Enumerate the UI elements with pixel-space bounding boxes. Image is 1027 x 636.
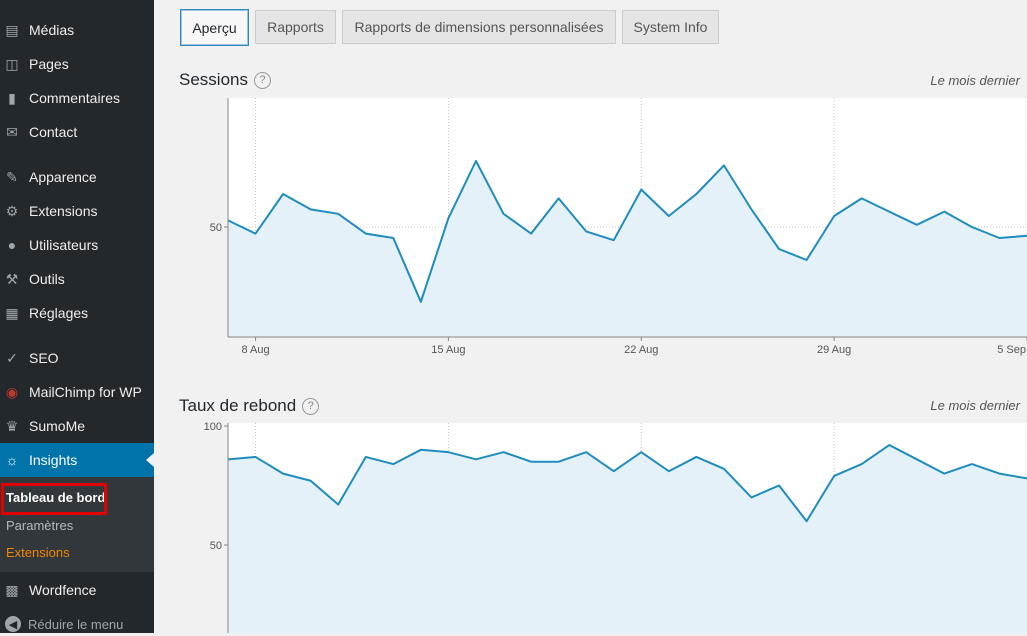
sidebar-item-utilisateurs[interactable]: ● Utilisateurs xyxy=(0,228,154,262)
sidebar-item-label: Utilisateurs xyxy=(29,237,99,253)
crown-icon: ♛ xyxy=(5,417,19,434)
sidebar-item-mailchimp-for-wp[interactable]: ◉ MailChimp for WP xyxy=(0,375,154,409)
admin-sidebar: ▤ Médias ◫ Pages ▮ Commentaires ✉ Contact ✎ Appar… xyxy=(0,0,154,633)
tab-rapports[interactable]: Rapports xyxy=(255,10,336,44)
highlight-box xyxy=(1,483,107,515)
sidebar-item-contact[interactable]: ✉ Contact xyxy=(0,115,154,149)
tab-label: System Info xyxy=(633,19,708,35)
x-tick-label: 8 Aug xyxy=(241,344,269,356)
y-tick-label: 50 xyxy=(210,540,222,552)
y-tick-label: 100 xyxy=(204,421,222,433)
x-tick-label: 15 Aug xyxy=(431,344,465,356)
sidebar-item-label: Outils xyxy=(29,271,65,287)
sessions-period: Le mois dernier xyxy=(930,73,1020,88)
collapse-arrow-icon: ◀ xyxy=(5,616,21,632)
plugin-icon: ⚙ xyxy=(5,202,19,219)
x-tick-label: 5 Sep xyxy=(997,344,1026,356)
tab-system-info[interactable]: System Info xyxy=(622,10,719,44)
sidebar-item-label: MailChimp for WP xyxy=(29,384,142,400)
submenu-item-extensions[interactable]: Extensions xyxy=(6,545,70,560)
x-tick-label: 22 Aug xyxy=(624,344,658,356)
collapse-menu-button[interactable]: ◀ Réduire le menu xyxy=(0,612,123,636)
sidebar-item-label: Wordfence xyxy=(29,582,97,598)
sidebar-item-pages[interactable]: ◫ Pages xyxy=(0,47,154,81)
mailchimp-icon: ◉ xyxy=(5,383,19,400)
bounce-chart: 100 50 xyxy=(204,421,1027,633)
collapse-menu-label: Réduire le menu xyxy=(28,616,124,632)
sidebar-item-label: Pages xyxy=(29,56,69,72)
sessions-title-text: Sessions xyxy=(179,70,248,89)
help-icon[interactable]: ? xyxy=(253,71,271,89)
envelope-icon: ✉ xyxy=(6,123,18,140)
sidebar-item-label: SEO xyxy=(29,350,59,366)
sidebar-item-label: Apparence xyxy=(29,169,97,185)
yoast-icon: ✓ xyxy=(6,349,18,366)
tab-label: Rapports de dimensions personnalisées xyxy=(354,19,604,35)
pages-icon: ◫ xyxy=(5,55,19,72)
bounce-title: Taux de rebond ? xyxy=(179,396,320,416)
sidebar-item-label: Commentaires xyxy=(29,90,121,106)
tab-label: Aperçu xyxy=(192,19,237,36)
sidebar-item-outils[interactable]: ⚒ Outils xyxy=(0,262,154,296)
sidebar-item-label: Réglages xyxy=(29,305,89,321)
bounce-period: Le mois dernier xyxy=(930,398,1020,413)
sessions-chart: 50 8 Aug 15 Aug 22 Aug 29 Aug 5 Sep xyxy=(210,98,1027,356)
insights-icon: ☼ xyxy=(5,452,19,468)
settings-icon: ▦ xyxy=(5,304,19,321)
x-tick-label: 29 Aug xyxy=(817,344,851,356)
sidebar-item-label: Extensions xyxy=(29,203,98,219)
tab-label: Rapports xyxy=(267,19,324,35)
submenu-item-settings[interactable]: Paramètres xyxy=(6,518,73,533)
sidebar-item-seo[interactable]: ✓ SEO xyxy=(0,341,154,375)
wrench-icon: ⚒ xyxy=(5,270,19,287)
sidebar-item-commentaires[interactable]: ▮ Commentaires xyxy=(0,81,154,115)
sidebar-item-insights[interactable]: ☼ Insights xyxy=(0,443,154,477)
comments-icon: ▮ xyxy=(8,89,16,106)
sidebar-item-label: Médias xyxy=(29,22,75,38)
paintbrush-icon: ✎ xyxy=(6,168,18,185)
wordfence-icon: ▩ xyxy=(5,581,19,598)
sidebar-item-m-dias[interactable]: ▤ Médias xyxy=(0,13,154,47)
sidebar-item-extensions[interactable]: ⚙ Extensions xyxy=(0,194,154,228)
media-icon: ▤ xyxy=(5,21,19,38)
tab-custom-dimensions[interactable]: Rapports de dimensions personnalisées xyxy=(342,10,616,44)
sidebar-item-label: Contact xyxy=(29,124,78,140)
sidebar-item-wordfence[interactable]: ▩ Wordfence xyxy=(0,573,154,607)
users-icon: ● xyxy=(7,237,17,253)
y-tick-label: 50 xyxy=(210,222,222,234)
bounce-title-text: Taux de rebond xyxy=(179,396,297,415)
help-icon[interactable]: ? xyxy=(302,397,320,415)
sidebar-item-label: SumoMe xyxy=(29,418,86,434)
sidebar-item-apparence[interactable]: ✎ Apparence xyxy=(0,160,154,194)
tab-apercu[interactable]: Aperçu xyxy=(180,9,249,46)
sidebar-item-sumome[interactable]: ♛ SumoMe xyxy=(0,409,154,443)
active-indicator xyxy=(146,453,154,467)
sidebar-item-label: Insights xyxy=(29,452,78,468)
sidebar-item-r-glages[interactable]: ▦ Réglages xyxy=(0,296,154,330)
sessions-title: Sessions ? xyxy=(179,70,271,90)
